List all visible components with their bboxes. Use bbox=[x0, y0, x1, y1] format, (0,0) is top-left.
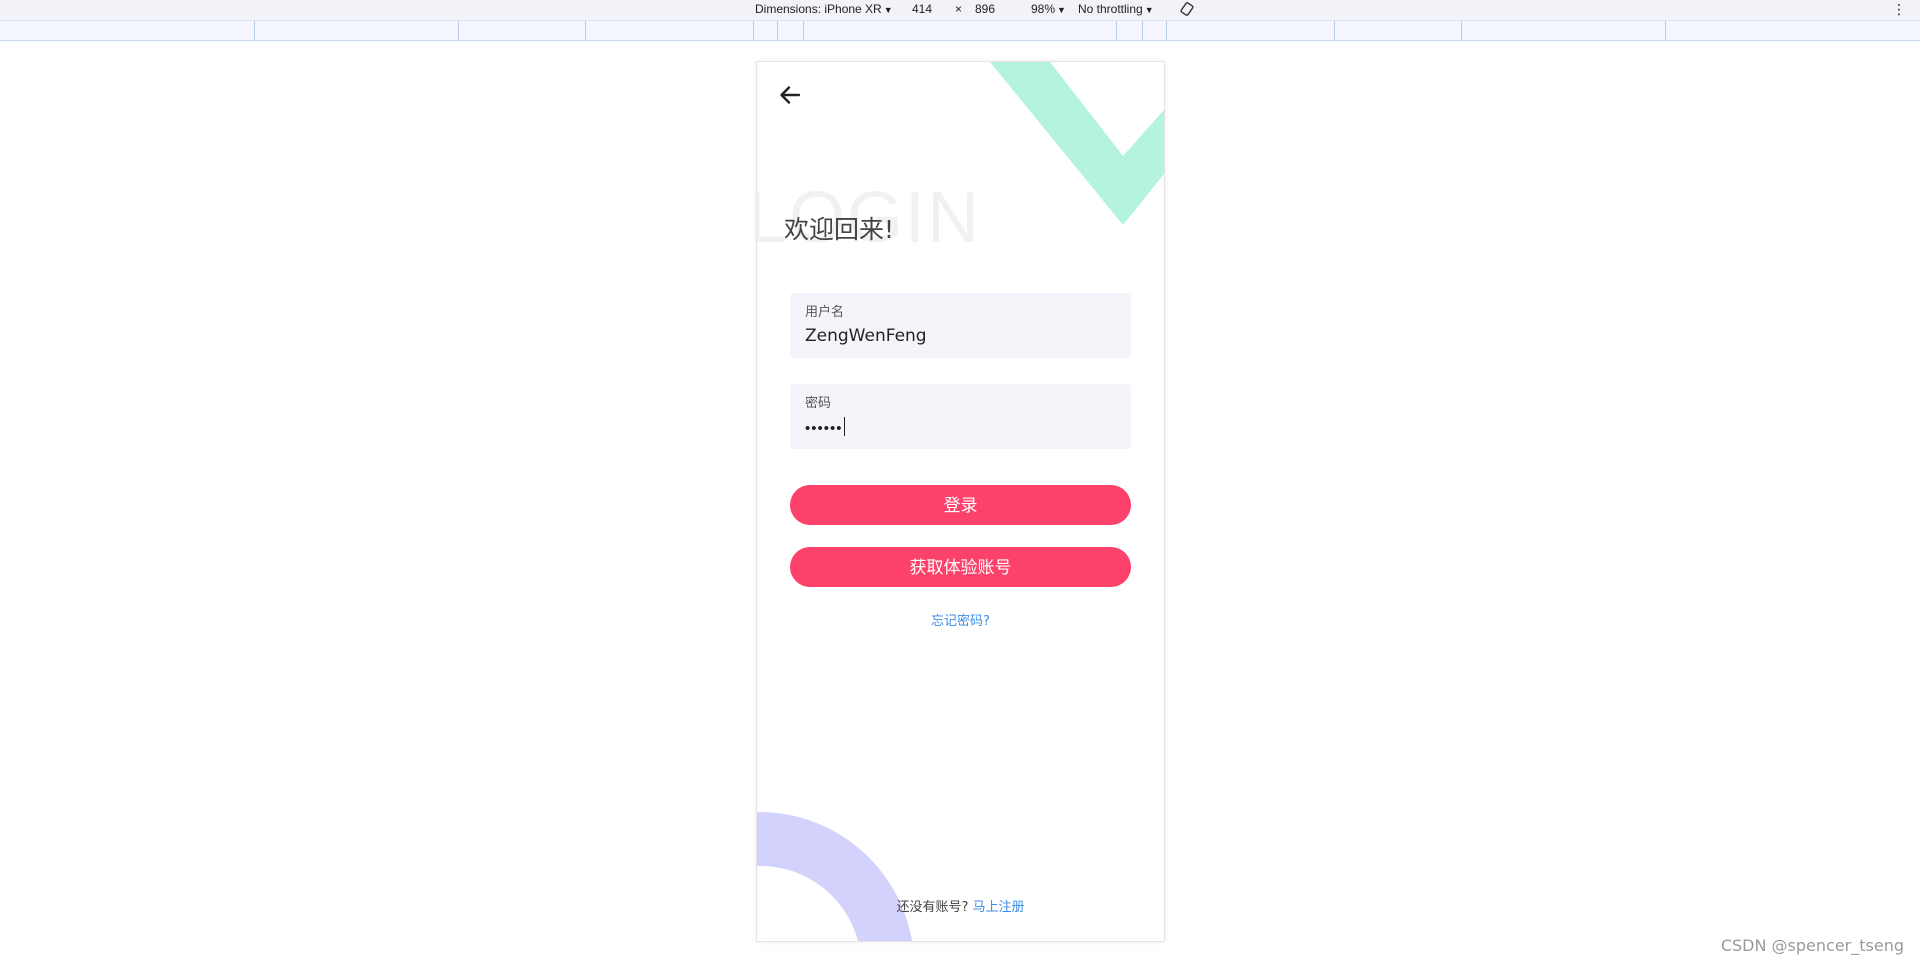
ruler-divider bbox=[585, 21, 586, 40]
dimension-separator: × bbox=[955, 2, 963, 16]
ruler-divider bbox=[803, 21, 804, 40]
page-title: 欢迎回来! bbox=[784, 215, 895, 244]
get-trial-account-button[interactable]: 获取体验账号 bbox=[790, 547, 1131, 587]
ruler-divider bbox=[1334, 21, 1335, 40]
signup-link[interactable]: 马上注册 bbox=[973, 900, 1025, 915]
ruler-divider bbox=[777, 21, 778, 40]
ruler-divider bbox=[1461, 21, 1462, 40]
media-query-ruler bbox=[0, 21, 1920, 41]
csdn-watermark: CSDN @spencer_tseng bbox=[1720, 936, 1904, 955]
mobile-viewport: LOGIN 欢迎回来! 用户名 密码 •••••• 登录 获取体验账号 忘记密码… bbox=[756, 61, 1165, 942]
height-input[interactable]: 896 bbox=[975, 2, 995, 16]
chevron-down-icon: ▼ bbox=[883, 5, 893, 15]
ruler-divider bbox=[1116, 21, 1117, 40]
zoom-select[interactable]: 98% ▼ bbox=[1031, 2, 1066, 16]
password-masked-value: •••••• bbox=[805, 420, 843, 437]
ruler-divider bbox=[1665, 21, 1666, 40]
width-input[interactable]: 414 bbox=[912, 2, 932, 16]
devtools-device-toolbar: Dimensions: iPhone XR ▼ 414 × 896 98% ▼ No… bbox=[0, 0, 1920, 21]
ruler-divider bbox=[1166, 21, 1167, 40]
login-button[interactable]: 登录 bbox=[790, 485, 1131, 525]
password-input[interactable]: •••••• bbox=[805, 417, 845, 437]
ruler-divider bbox=[254, 21, 255, 40]
no-account-text: 还没有账号? bbox=[896, 900, 969, 915]
more-options-icon[interactable]: ⋮ bbox=[1892, 0, 1906, 18]
password-field[interactable]: 密码 •••••• bbox=[790, 384, 1131, 449]
back-button[interactable] bbox=[775, 80, 805, 110]
password-label: 密码 bbox=[805, 396, 832, 411]
ruler-divider bbox=[753, 21, 754, 40]
username-field[interactable]: 用户名 bbox=[790, 293, 1131, 358]
forgot-password-link[interactable]: 忘记密码? bbox=[757, 610, 1164, 629]
text-cursor bbox=[843, 417, 845, 436]
chevron-down-icon: ▼ bbox=[1144, 5, 1154, 15]
arrow-left-icon bbox=[780, 86, 801, 104]
ruler-divider bbox=[458, 21, 459, 40]
ruler-divider bbox=[1142, 21, 1143, 40]
chevron-down-icon: ▼ bbox=[1057, 5, 1066, 15]
username-label: 用户名 bbox=[805, 305, 845, 320]
throttling-select[interactable]: No throttling ▼ bbox=[1078, 2, 1154, 16]
username-input[interactable] bbox=[805, 325, 1115, 347]
signup-prompt: 还没有账号? 马上注册 bbox=[757, 896, 1164, 915]
rotate-icon[interactable] bbox=[1180, 2, 1194, 16]
device-select[interactable]: Dimensions: iPhone XR ▼ bbox=[755, 2, 893, 16]
